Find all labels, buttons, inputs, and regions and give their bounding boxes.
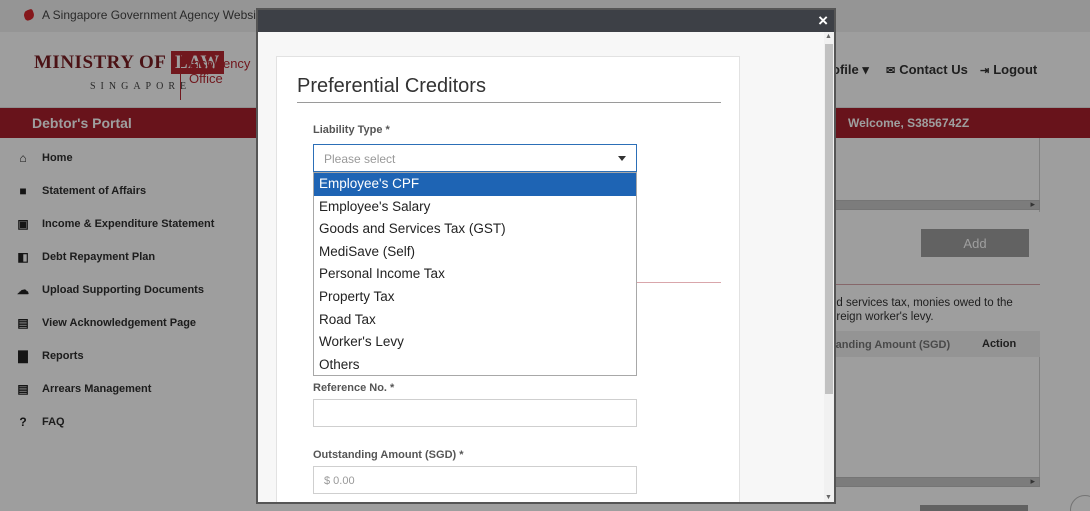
dropdown-option-employees-salary[interactable]: Employee's Salary <box>314 196 636 219</box>
modal-vertical-scrollbar[interactable]: ▲ ▼ <box>824 32 834 502</box>
liability-type-label: Liability Type * <box>313 124 390 136</box>
liability-type-placeholder: Please select <box>324 152 396 166</box>
dropdown-option-personal-income-tax[interactable]: Personal Income Tax <box>314 263 636 286</box>
dropdown-option-property-tax[interactable]: Property Tax <box>314 286 636 309</box>
preferential-creditors-modal: × Preferential Creditors Liability Type … <box>256 8 836 504</box>
scroll-down-icon[interactable]: ▼ <box>825 494 832 501</box>
modal-header: × <box>258 10 834 32</box>
dropdown-option-others[interactable]: Others <box>314 354 636 377</box>
modal-body: Preferential Creditors Liability Type * … <box>258 32 824 502</box>
close-icon[interactable]: × <box>818 12 828 29</box>
dropdown-option-gst[interactable]: Goods and Services Tax (GST) <box>314 218 636 241</box>
dropdown-option-medisave[interactable]: MediSave (Self) <box>314 241 636 264</box>
reference-no-input[interactable] <box>313 399 637 427</box>
liability-type-dropdown: Employee's CPF Employee's Salary Goods a… <box>313 172 637 376</box>
dropdown-option-workers-levy[interactable]: Worker's Levy <box>314 331 636 354</box>
dropdown-option-employees-cpf[interactable]: Employee's CPF <box>314 173 636 196</box>
reference-no-label: Reference No. * <box>313 382 395 394</box>
liability-type-select[interactable]: Please select <box>313 144 637 172</box>
form-card: Preferential Creditors Liability Type * … <box>276 56 740 502</box>
scroll-up-icon[interactable]: ▲ <box>825 33 832 40</box>
scrollbar-thumb[interactable] <box>825 44 833 394</box>
dropdown-option-road-tax[interactable]: Road Tax <box>314 309 636 332</box>
modal-title: Preferential Creditors <box>297 75 486 97</box>
outstanding-amount-input[interactable]: $ 0.00 <box>313 466 637 494</box>
caret-down-icon <box>618 156 626 161</box>
title-divider <box>297 102 721 103</box>
outstanding-amount-label: Outstanding Amount (SGD) * <box>313 449 464 461</box>
